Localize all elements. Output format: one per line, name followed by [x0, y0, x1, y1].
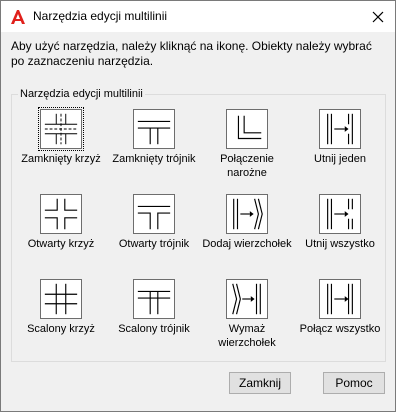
tool-label: Scalony krzyż	[27, 323, 95, 335]
title-bar: Narzędzia edycji multilinii	[1, 1, 395, 32]
close-window-button[interactable]	[361, 1, 395, 32]
tool-merged-cross[interactable]: Scalony krzyż	[15, 279, 107, 336]
tool-corner-joint[interactable]: Połączenie narożne	[201, 109, 293, 180]
cut-single-icon	[319, 109, 361, 149]
open-cross-icon	[40, 194, 82, 234]
tool-add-vertex[interactable]: Dodaj wierzchołek	[201, 194, 293, 251]
tool-merged-tee[interactable]: Scalony trójnik	[108, 279, 200, 336]
groupbox-label: Narzędzia edycji multilinii	[18, 87, 145, 101]
window-title: Narzędzia edycji multilinii	[33, 9, 168, 23]
tools-groupbox: Narzędzia edycji multilinii Zamknięty kr…	[11, 87, 386, 362]
closed-cross-icon	[38, 107, 84, 151]
corner-joint-icon	[226, 109, 268, 149]
tool-label: Otwarty krzyż	[27, 238, 95, 250]
merged-tee-icon	[133, 279, 175, 319]
tool-label: Połącz wszystko	[299, 323, 381, 335]
tool-label: Zamknięty trójnik	[112, 153, 196, 165]
tool-cut-single[interactable]: Utnij jeden	[294, 109, 386, 166]
tool-label: Wymaż wierzchołek	[218, 323, 276, 349]
tool-cut-all[interactable]: Utnij wszystko	[294, 194, 386, 251]
merged-cross-icon	[40, 279, 82, 319]
multiline-edit-tools-dialog: Narzędzia edycji multilinii Aby użyć nar…	[0, 0, 396, 412]
tool-delete-vertex[interactable]: Wymaż wierzchołek	[201, 279, 293, 350]
tool-label: Otwarty trójnik	[118, 238, 190, 250]
close-button[interactable]: Zamknij	[229, 372, 291, 394]
close-icon	[372, 11, 384, 22]
tool-open-tee[interactable]: Otwarty trójnik	[108, 194, 200, 251]
tool-label: Utnij jeden	[314, 153, 366, 165]
autocad-logo-icon	[11, 10, 25, 24]
add-vertex-icon	[226, 194, 268, 234]
delete-vertex-icon	[226, 279, 268, 319]
tool-label: Scalony trójnik	[118, 323, 190, 335]
tool-weld-all[interactable]: Połącz wszystko	[294, 279, 386, 336]
weld-all-icon	[319, 279, 361, 319]
help-button[interactable]: Pomoc	[323, 372, 385, 394]
tool-open-cross[interactable]: Otwarty krzyż	[15, 194, 107, 251]
tool-label: Utnij wszystko	[305, 238, 375, 250]
open-tee-icon	[133, 194, 175, 234]
tool-label: Połączenie narożne	[220, 153, 274, 179]
cut-all-icon	[319, 194, 361, 234]
closed-tee-icon	[133, 109, 175, 149]
tool-label: Dodaj wierzchołek	[202, 238, 292, 250]
tool-closed-cross[interactable]: Zamknięty krzyż	[15, 107, 107, 166]
tool-label: Zamknięty krzyż	[21, 153, 101, 165]
tool-closed-tee[interactable]: Zamknięty trójnik	[108, 109, 200, 166]
instructions-text: Aby użyć narzędzia, należy kliknąć na ik…	[11, 39, 372, 68]
